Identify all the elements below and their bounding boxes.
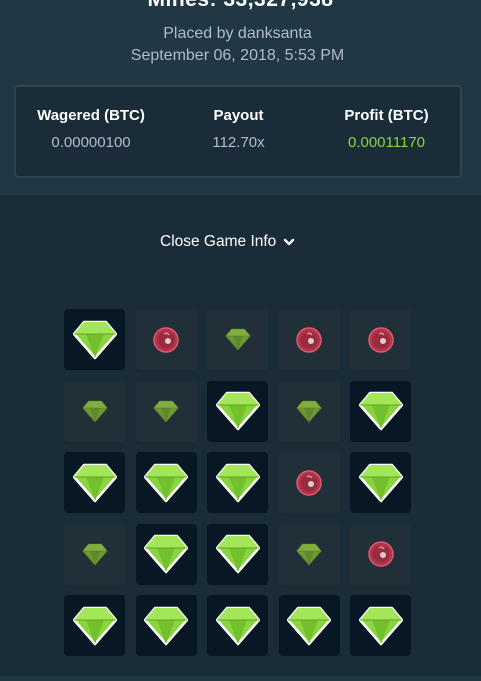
gem-icon bbox=[72, 606, 117, 645]
placed-by-text: Placed by danksanta bbox=[163, 25, 312, 42]
mine-icon bbox=[153, 326, 179, 353]
bet-date: September 06, 2018, 5:53 PM bbox=[130, 47, 345, 64]
wagered-value: 0.00000100 bbox=[51, 134, 131, 151]
gem-icon bbox=[144, 534, 188, 574]
tile-r4-c4 bbox=[278, 523, 340, 585]
tile-r3-c2 bbox=[135, 452, 197, 513]
gem-icon bbox=[296, 543, 322, 565]
chevron-down-icon bbox=[282, 235, 296, 249]
payout-label: Payout bbox=[213, 107, 264, 124]
gem-icon bbox=[81, 400, 108, 422]
mine-icon bbox=[296, 469, 322, 496]
wagered-label: Wagered (BTC) bbox=[37, 107, 145, 124]
gem-icon bbox=[81, 543, 108, 565]
gem-icon bbox=[72, 320, 117, 359]
mine-icon bbox=[367, 326, 394, 353]
tile-r4-c1 bbox=[64, 523, 125, 585]
gem-icon bbox=[144, 463, 188, 502]
game-title: Mines: 33,327,938 bbox=[0, 0, 481, 12]
bottom-divider bbox=[0, 676, 481, 681]
tile-r3-c4 bbox=[278, 452, 340, 513]
payout-value: 112.70x bbox=[212, 134, 265, 151]
tile-r4-c5 bbox=[350, 523, 411, 585]
tile-r1-c3 bbox=[207, 309, 268, 370]
tile-r1-c4 bbox=[278, 309, 340, 370]
tile-r3-c1 bbox=[64, 452, 125, 513]
profit-stat: Profit (BTC) 0.00011170 bbox=[324, 107, 449, 151]
gem-icon bbox=[358, 463, 403, 502]
gem-icon bbox=[153, 400, 179, 422]
gem-icon bbox=[215, 606, 260, 645]
tile-r1-c1 bbox=[64, 309, 125, 370]
gem-icon bbox=[215, 463, 260, 502]
gem-icon bbox=[215, 391, 260, 431]
profit-label: Profit (BTC) bbox=[344, 107, 429, 124]
bet-stats-box: Wagered (BTC) 0.00000100 Payout 112.70x … bbox=[14, 85, 462, 178]
tile-r2-c3 bbox=[207, 380, 268, 442]
tile-r3-c3 bbox=[207, 452, 268, 513]
gem-icon bbox=[215, 534, 260, 574]
gem-icon bbox=[296, 400, 322, 422]
mine-icon bbox=[367, 541, 394, 567]
gem-icon bbox=[358, 606, 403, 645]
tile-r2-c1 bbox=[64, 380, 125, 442]
payout-stat: Payout 112.70x bbox=[191, 107, 286, 151]
tile-r1-c5 bbox=[350, 309, 411, 370]
tile-r1-c2 bbox=[135, 309, 197, 370]
tile-r5-c1 bbox=[64, 595, 125, 656]
gem-icon bbox=[287, 606, 331, 645]
tile-r2-c4 bbox=[278, 380, 340, 442]
gem-icon bbox=[72, 463, 117, 502]
profit-value: 0.00011170 bbox=[347, 134, 426, 151]
mine-icon bbox=[296, 326, 322, 353]
mines-board bbox=[64, 309, 411, 659]
gem-icon bbox=[144, 606, 188, 645]
tile-r4-c3 bbox=[207, 523, 268, 585]
gem-icon bbox=[224, 328, 251, 351]
tile-r4-c2 bbox=[135, 523, 197, 585]
wagered-stat: Wagered (BTC) 0.00000100 bbox=[26, 107, 156, 151]
close-game-info-button[interactable]: Close Game Info bbox=[160, 233, 296, 251]
tile-r5-c2 bbox=[135, 595, 197, 656]
tile-r2-c2 bbox=[135, 380, 197, 442]
tile-r3-c5 bbox=[350, 452, 411, 513]
tile-r5-c5 bbox=[350, 595, 411, 656]
tile-r2-c5 bbox=[350, 380, 411, 442]
tile-r5-c4 bbox=[278, 595, 340, 656]
tile-r5-c3 bbox=[207, 595, 268, 656]
close-game-info-label: Close Game Info bbox=[160, 233, 277, 250]
game-info-panel: Mines: 33,327,938 Placed by danksanta Se… bbox=[0, 0, 481, 195]
gem-icon bbox=[358, 391, 403, 431]
